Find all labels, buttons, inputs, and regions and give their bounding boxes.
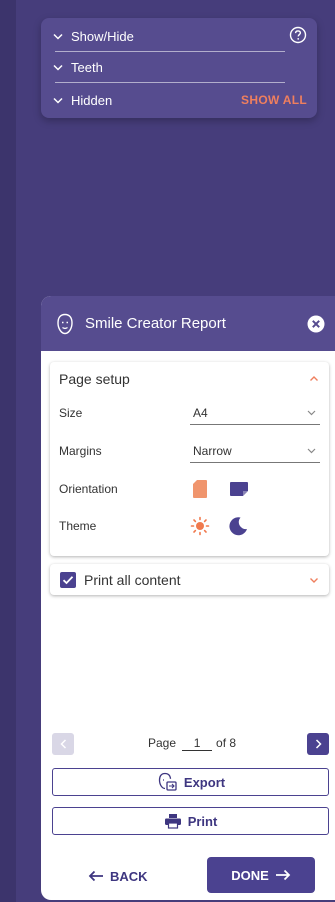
chevron-left-icon	[59, 739, 67, 749]
page-number-input[interactable]: 1	[182, 736, 213, 751]
show-hide-panel: Show/Hide Teeth Hidden SHOW ALL	[41, 18, 317, 118]
size-value: A4	[193, 405, 208, 420]
printer-icon	[164, 813, 182, 829]
close-circle-icon[interactable]	[307, 315, 325, 333]
back-label: BACK	[110, 868, 148, 884]
moon-icon[interactable]	[228, 516, 248, 536]
question-circle-icon[interactable]	[289, 26, 307, 44]
hidden-label: Hidden	[71, 92, 113, 108]
orientation-label: Orientation	[59, 482, 118, 496]
chevron-down-icon	[53, 64, 67, 71]
page-indicator: Page 1 of 8	[148, 736, 236, 751]
orientation-row: Orientation	[59, 475, 321, 503]
report-header: Smile Creator Report	[41, 296, 335, 351]
print-all-label: Print all content	[84, 571, 181, 588]
size-select[interactable]: A4	[190, 401, 320, 425]
theme-row: Theme	[59, 512, 321, 540]
page-label: Page	[148, 736, 177, 750]
done-label: DONE	[231, 867, 269, 883]
pagination: Page 1 of 8	[52, 733, 329, 755]
done-button[interactable]: DONE	[207, 857, 315, 893]
margins-row: Margins Narrow	[59, 437, 321, 465]
theme-label: Theme	[59, 519, 97, 533]
sun-icon[interactable]	[190, 516, 210, 536]
margins-value: Narrow	[193, 443, 232, 458]
chevron-up-icon[interactable]	[309, 375, 319, 383]
teeth-row[interactable]: Teeth	[53, 55, 307, 79]
show-hide-row[interactable]: Show/Hide	[53, 24, 307, 48]
landscape-page-icon[interactable]	[228, 479, 248, 499]
portrait-page-icon[interactable]	[190, 479, 210, 499]
print-all-content-card[interactable]: Print all content	[50, 564, 329, 595]
chevron-down-icon[interactable]	[309, 576, 319, 584]
back-button[interactable]: BACK	[88, 862, 148, 890]
chevron-down-icon	[53, 97, 67, 104]
chevron-down-icon	[307, 410, 316, 416]
show-hide-label: Show/Hide	[71, 28, 134, 44]
margins-select[interactable]: Narrow	[190, 439, 320, 463]
arrow-right-icon	[275, 869, 291, 881]
export-button[interactable]: Export	[52, 768, 329, 796]
page-setup-card: Page setup Size A4 Margins Narrow Orient…	[50, 362, 329, 556]
page-total: of 8	[216, 736, 237, 750]
margins-label: Margins	[59, 444, 102, 458]
chevron-down-icon	[53, 33, 67, 40]
left-edge-strip	[0, 0, 16, 902]
print-button[interactable]: Print	[52, 807, 329, 835]
face-icon	[53, 312, 77, 336]
chevron-right-icon	[315, 739, 322, 749]
arrow-left-icon	[88, 870, 104, 882]
divider	[55, 51, 285, 52]
size-row: Size A4	[59, 399, 321, 427]
smile-creator-report-panel: Smile Creator Report Page setup Size A4 …	[41, 296, 335, 900]
export-face-icon	[156, 772, 178, 792]
divider	[55, 82, 285, 83]
hidden-row[interactable]: Hidden SHOW ALL	[53, 88, 307, 112]
size-label: Size	[59, 406, 83, 420]
page-setup-title: Page setup	[59, 371, 130, 387]
previous-page-button[interactable]	[52, 733, 74, 755]
report-title: Smile Creator Report	[85, 315, 226, 332]
teeth-label: Teeth	[71, 59, 103, 75]
export-label: Export	[183, 774, 226, 790]
show-all-button[interactable]: SHOW ALL	[241, 93, 307, 107]
print-label: Print	[187, 813, 218, 829]
next-page-button[interactable]	[307, 733, 329, 755]
checkbox-checked-icon[interactable]	[60, 571, 76, 588]
chevron-down-icon	[307, 448, 316, 454]
